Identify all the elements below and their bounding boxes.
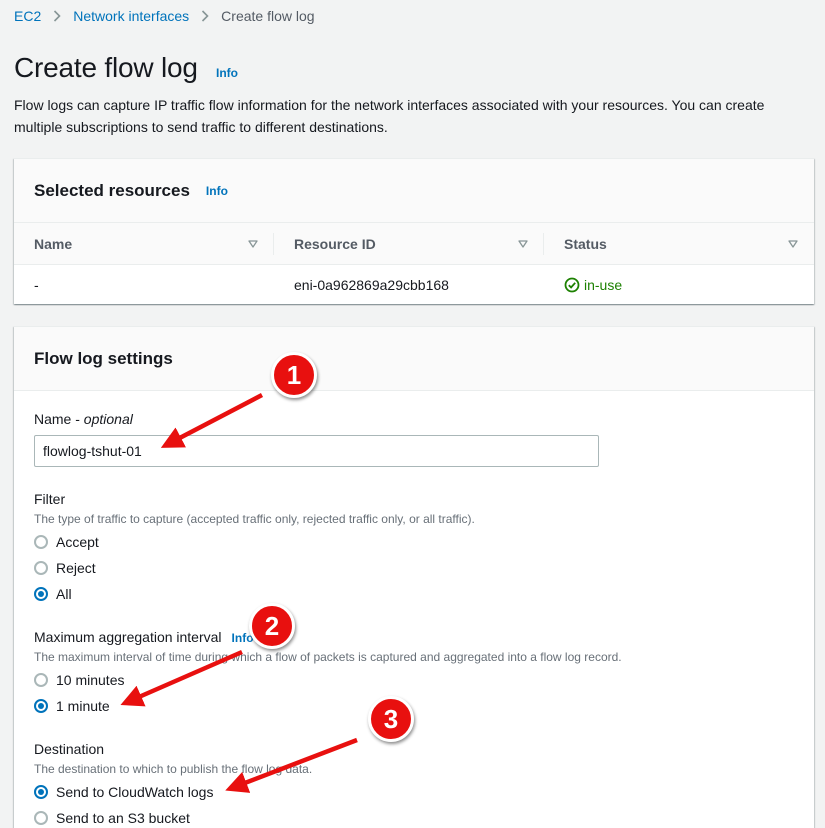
check-circle-icon	[564, 277, 580, 293]
flow-log-settings-title: Flow log settings	[34, 348, 173, 368]
breadcrumb-network-interfaces-link[interactable]: Network interfaces	[73, 8, 189, 24]
sort-down-icon	[518, 240, 528, 248]
aggregation-label-text: Maximum aggregation interval	[34, 629, 222, 645]
flow-log-settings-header: Flow log settings	[14, 327, 814, 391]
selected-resources-panel: Selected resources Info Name Resource ID…	[14, 158, 814, 304]
radio-button-checked[interactable]	[34, 587, 48, 601]
filter-label: Filter	[34, 491, 66, 507]
name-input[interactable]	[34, 435, 599, 467]
flow-log-settings-panel: Flow log settings Name - optional Filter…	[14, 326, 814, 828]
breadcrumb-current: Create flow log	[221, 8, 315, 24]
sort-down-icon	[788, 240, 798, 248]
name-field-label: Name - optional	[34, 411, 133, 427]
status-text: in-use	[584, 277, 623, 293]
column-label: Name	[34, 235, 73, 252]
column-header-name[interactable]: Name	[14, 223, 274, 264]
filter-option-reject[interactable]: Reject	[34, 559, 96, 577]
column-header-status[interactable]: Status	[544, 223, 814, 264]
name-label-text: Name -	[34, 411, 84, 427]
radio-button[interactable]	[34, 673, 48, 687]
column-label: Status	[564, 235, 607, 252]
page-title: Create flow log	[14, 52, 198, 83]
destination-option-s3[interactable]: Send to an S3 bucket	[34, 809, 190, 827]
radio-button[interactable]	[34, 811, 48, 825]
table-row[interactable]: - eni-0a962869a29cbb168 in-use	[14, 265, 814, 305]
aggregation-option-1-minute[interactable]: 1 minute	[34, 697, 110, 715]
radio-label: Reject	[56, 560, 96, 576]
radio-label: 1 minute	[56, 698, 110, 714]
chevron-right-icon	[53, 10, 61, 22]
radio-label: Accept	[56, 534, 99, 550]
selected-resources-header: Selected resources Info	[14, 159, 814, 223]
radio-button-checked[interactable]	[34, 785, 48, 799]
page-description: Flow logs can capture IP traffic flow in…	[14, 97, 765, 135]
radio-button-checked[interactable]	[34, 699, 48, 713]
breadcrumb-ec2-link[interactable]: EC2	[14, 8, 41, 24]
aggregation-description: The maximum interval of time during whic…	[34, 650, 622, 664]
annotation-badge-1: 1	[271, 352, 317, 398]
radio-button[interactable]	[34, 535, 48, 549]
destination-option-cloudwatch[interactable]: Send to CloudWatch logs	[34, 783, 213, 801]
selected-resources-info-link[interactable]: Info	[206, 184, 228, 198]
radio-label: 10 minutes	[56, 672, 125, 688]
breadcrumb: EC2 Network interfaces Create flow log	[14, 6, 315, 26]
column-label: Resource ID	[294, 235, 376, 252]
aggregation-option-10-minutes[interactable]: 10 minutes	[34, 671, 124, 689]
status-badge: in-use	[564, 277, 622, 293]
destination-label: Destination	[34, 741, 105, 757]
radio-button[interactable]	[34, 561, 48, 575]
filter-option-all[interactable]: All	[34, 585, 72, 603]
cell-name: -	[34, 277, 39, 293]
column-header-resource-id[interactable]: Resource ID	[274, 223, 544, 264]
sort-down-icon	[248, 240, 258, 248]
page-info-link[interactable]: Info	[216, 66, 238, 80]
cell-status: in-use	[544, 277, 814, 293]
annotation-badge-2: 2	[249, 603, 295, 649]
radio-label: All	[56, 586, 72, 602]
radio-label: Send to an S3 bucket	[56, 810, 190, 826]
annotation-badge-3: 3	[368, 696, 414, 742]
chevron-right-icon	[201, 10, 209, 22]
cell-resource-id: eni-0a962869a29cbb168	[294, 277, 449, 293]
optional-text: optional	[83, 411, 133, 427]
radio-label: Send to CloudWatch logs	[56, 784, 214, 800]
destination-description: The destination to which to publish the …	[34, 762, 313, 776]
filter-description: The type of traffic to capture (accepted…	[34, 512, 475, 526]
selected-resources-title: Selected resources	[34, 180, 190, 200]
aggregation-label: Maximum aggregation interval Info	[34, 629, 254, 645]
table-header: Name Resource ID Status	[14, 223, 814, 265]
filter-option-accept[interactable]: Accept	[34, 533, 99, 551]
